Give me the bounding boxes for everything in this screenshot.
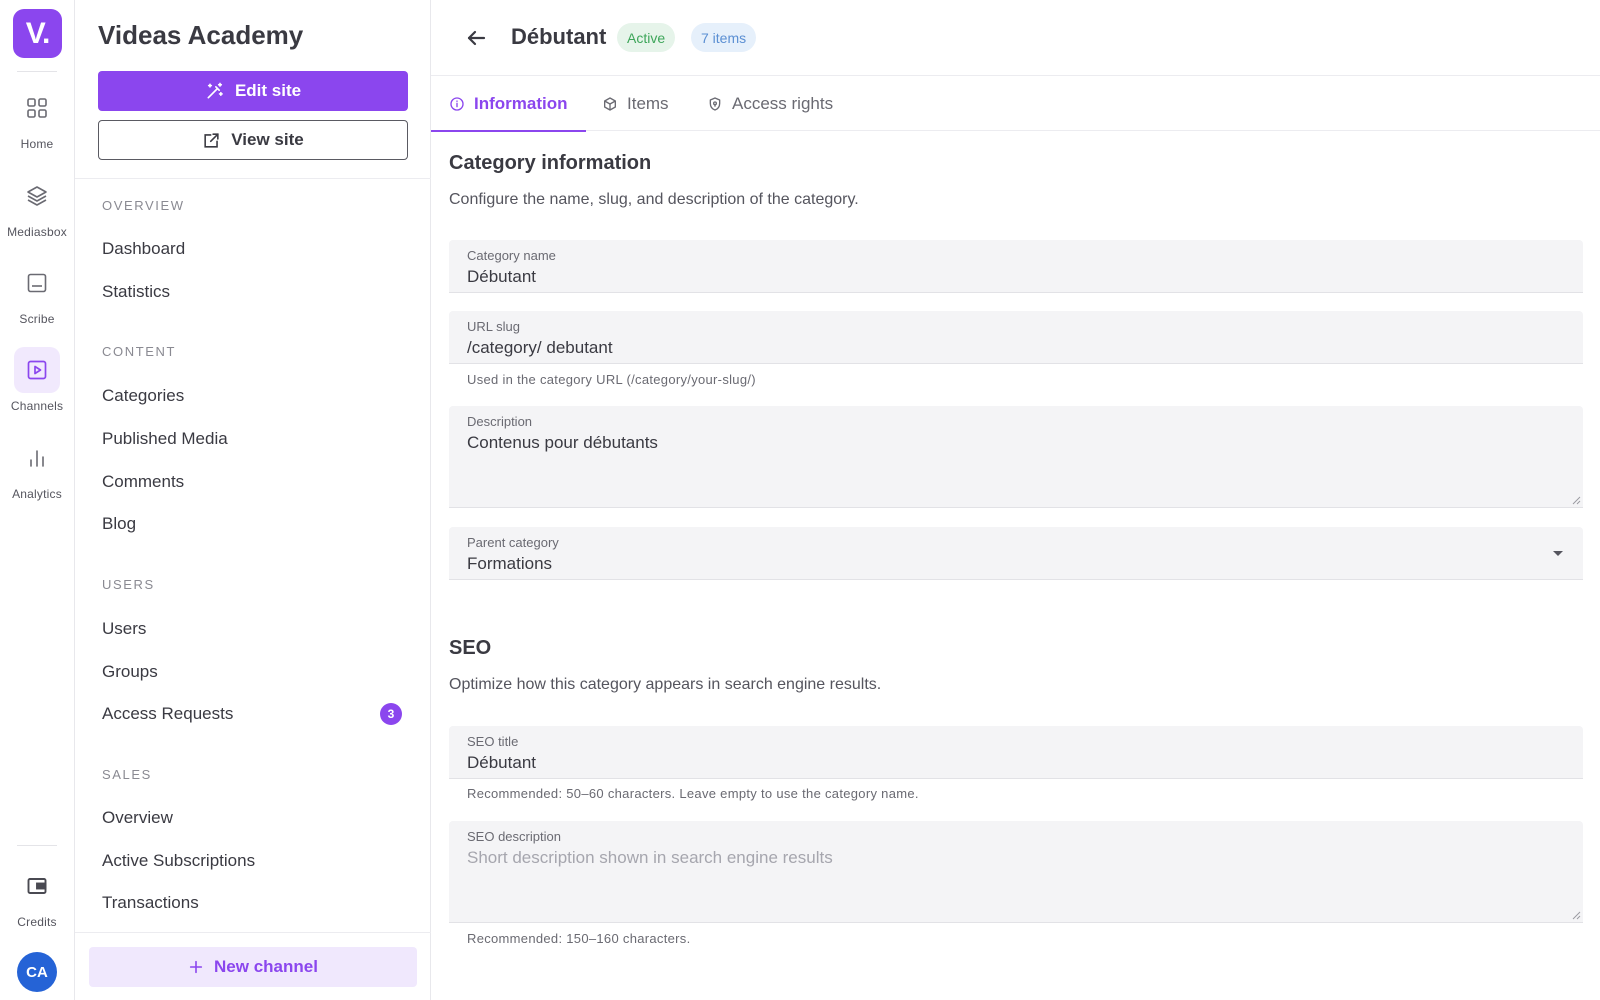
seo-description-field[interactable]: SEO description Short description shown … [449,821,1583,923]
wallet-icon [14,863,60,909]
shield-icon [709,97,721,111]
tab-information[interactable]: Information [431,77,586,132]
plus-icon [189,960,203,974]
seo-title-helper: Recommended: 50–60 characters. Leave emp… [467,786,919,801]
sidebar-item-active-subscriptions[interactable]: Active Subscriptions [102,851,402,871]
tab-label: Information [474,94,568,113]
new-channel-button[interactable]: New channel [89,947,417,987]
rail-label: Credits [17,915,57,929]
channel-sidebar: Videas Academy Edit site View site OVERV… [75,0,431,1000]
field-label: URL slug [467,319,520,334]
access-requests-count-badge: 3 [380,703,402,725]
new-channel-label: New channel [214,957,318,976]
package-icon [604,97,616,111]
tab-bar: Information Items Access rights [431,77,1600,132]
tab-label: Items [627,94,669,113]
category-name-field[interactable]: Category name Débutant [449,240,1583,293]
avatar[interactable]: CA [17,952,57,992]
subtitles-icon [14,260,60,306]
site-title: Videas Academy [98,20,304,50]
tab-access-rights[interactable]: Access rights [689,77,851,131]
description-field[interactable]: Description Contenus pour débutants [449,406,1583,508]
page-title: Débutant [511,24,607,49]
section-label-overview: OVERVIEW [102,198,185,213]
sidebar-item-blog[interactable]: Blog [102,514,402,534]
view-site-label: View site [231,130,304,149]
field-label: Parent category [467,535,559,550]
info-icon [450,97,464,111]
category-info-heading: Category information [449,152,652,174]
resize-handle-icon[interactable] [1571,495,1581,505]
magic-wand-icon [207,82,223,99]
url-slug-helper: Used in the category URL (/category/your… [467,372,756,387]
tab-items[interactable]: Items [584,77,687,131]
app-logo[interactable]: V. [13,9,62,58]
page-header: Débutant Active 7 items [431,0,1600,76]
field-label: SEO description [467,829,561,844]
arrow-left-icon [467,30,486,46]
sidebar-item-groups[interactable]: Groups [102,662,402,682]
sidebar-item-transactions[interactable]: Transactions [102,893,402,913]
rail-divider [17,845,57,846]
items-count-badge: 7 items [691,23,757,52]
sidebar-item-sales-overview[interactable]: Overview [102,808,402,828]
sidebar-item-access-requests[interactable]: Access Requests 3 [102,703,402,725]
section-label-users: USERS [102,577,155,592]
tab-label: Access rights [732,94,834,113]
edit-site-button[interactable]: Edit site [98,71,408,111]
seo-title-input[interactable]: Débutant [467,753,536,773]
rail-divider [17,71,57,72]
rail-label: Analytics [12,487,62,501]
view-site-button[interactable]: View site [98,120,408,160]
description-textarea[interactable]: Contenus pour débutants [467,433,658,453]
field-label: Category name [467,248,556,263]
rail-item-analytics[interactable]: Analytics [0,435,74,515]
rail-item-credits[interactable]: Credits [0,863,74,943]
rail-label: Scribe [19,312,55,326]
icon-rail: V. Home Mediasbox Scribe Channels Analyt… [0,0,75,1000]
seo-title-field[interactable]: SEO title Débutant [449,726,1583,779]
rail-label: Mediasbox [7,225,67,239]
sidebar-item-label: Access Requests [102,704,234,723]
parent-category-value: Formations [467,554,553,573]
rail-item-home[interactable]: Home [0,85,74,165]
sidebar-item-categories[interactable]: Categories [102,386,402,406]
url-slug-input[interactable]: /category/ debutant [467,338,613,358]
category-name-input[interactable]: Débutant [467,267,536,287]
back-button[interactable] [461,23,491,53]
url-slug-field[interactable]: URL slug /category/ debutant [449,311,1583,364]
seo-description-textarea[interactable]: Short description shown in search engine… [467,848,833,868]
category-info-description: Configure the name, slug, and descriptio… [449,191,859,208]
rail-item-scribe[interactable]: Scribe [0,260,74,340]
layers-icon [14,173,60,219]
edit-site-label: Edit site [234,81,302,100]
parent-category-select[interactable]: Parent category Formations [449,527,1583,580]
field-label: SEO title [467,734,519,749]
field-label: Description [467,414,533,429]
rail-label: Channels [10,399,64,413]
seo-description: Optimize how this category appears in se… [449,676,882,693]
section-label-sales: SALES [102,767,152,782]
resize-handle-icon[interactable] [1571,910,1581,920]
main-content: Débutant Active 7 items Information Item… [431,0,1600,1000]
sidebar-item-users[interactable]: Users [102,619,402,639]
grid-icon [14,85,60,131]
rail-item-mediasbox[interactable]: Mediasbox [0,173,74,253]
chevron-down-icon [1553,551,1563,556]
sidebar-item-published-media[interactable]: Published Media [102,429,402,449]
rail-item-channels[interactable]: Channels [0,347,74,427]
bar-chart-icon [14,435,60,481]
sidebar-item-statistics[interactable]: Statistics [102,282,402,302]
sidebar-item-comments[interactable]: Comments [102,472,402,492]
sidebar-divider [75,932,431,933]
status-badge: Active [617,23,676,52]
seo-heading: SEO [449,637,492,659]
play-square-icon [14,347,60,393]
sidebar-divider [75,178,431,179]
section-label-content: CONTENT [102,344,177,359]
sidebar-item-dashboard[interactable]: Dashboard [102,239,402,259]
external-link-icon [204,132,219,148]
seo-description-helper: Recommended: 150–160 characters. [467,931,691,946]
rail-label: Home [20,137,54,151]
